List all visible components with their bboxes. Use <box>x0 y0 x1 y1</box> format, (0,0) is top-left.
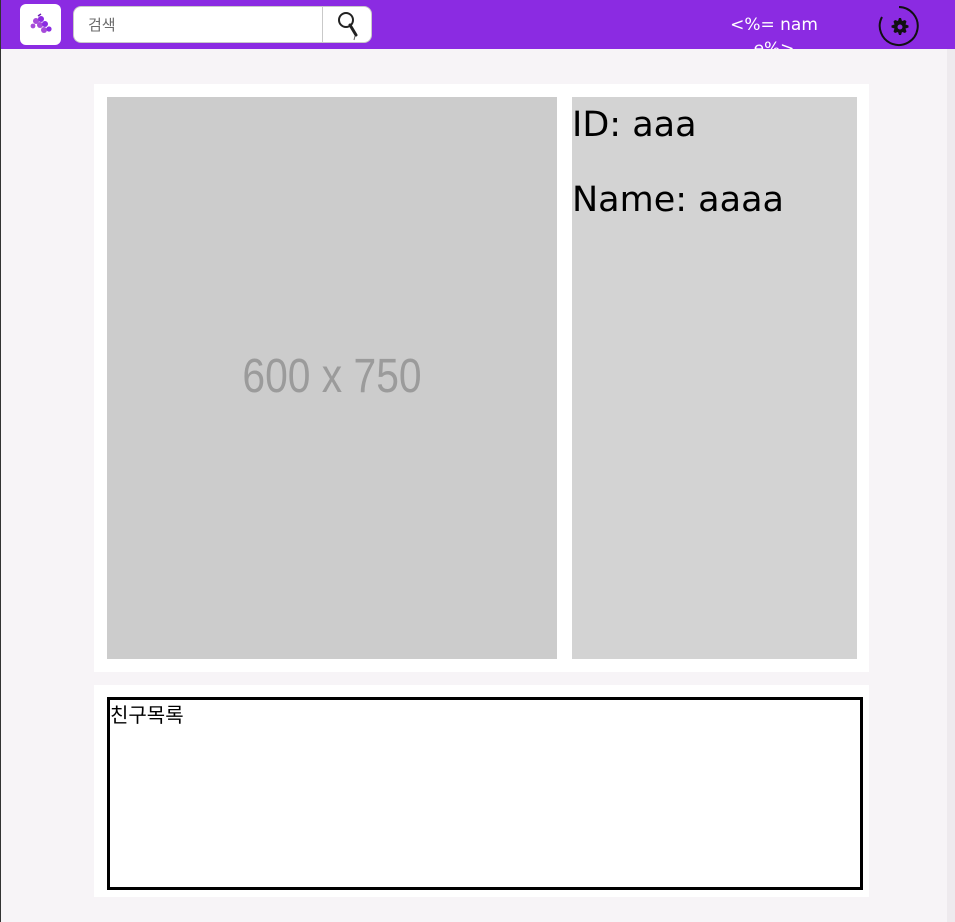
profile-image-placeholder: 600 x 750 <box>107 97 557 659</box>
page-scrollbar[interactable] <box>947 49 955 922</box>
profile-id: ID: aaa <box>572 105 697 145</box>
friends-list: 친구목록 <box>107 697 863 890</box>
grape-logo-icon <box>30 13 52 33</box>
friends-card: 친구목록 <box>94 685 869 897</box>
profile-name: Name: aaaa <box>572 180 784 220</box>
search-button[interactable] <box>322 6 372 43</box>
search-icon <box>338 12 358 41</box>
search-input[interactable] <box>73 6 323 43</box>
settings-button[interactable] <box>878 5 920 47</box>
username-label: <%= name%> <box>730 15 818 49</box>
profile-card: 600 x 750 ID: aaa Name: aaaa <box>94 84 869 672</box>
gear-icon <box>878 6 919 46</box>
top-navbar: <%= name%> <box>1 0 955 49</box>
image-placeholder-text: 600 x 750 <box>242 350 422 403</box>
logo[interactable] <box>20 4 61 45</box>
profile-info-panel: ID: aaa Name: aaaa <box>572 97 857 659</box>
friends-list-title: 친구목록 <box>110 703 184 727</box>
